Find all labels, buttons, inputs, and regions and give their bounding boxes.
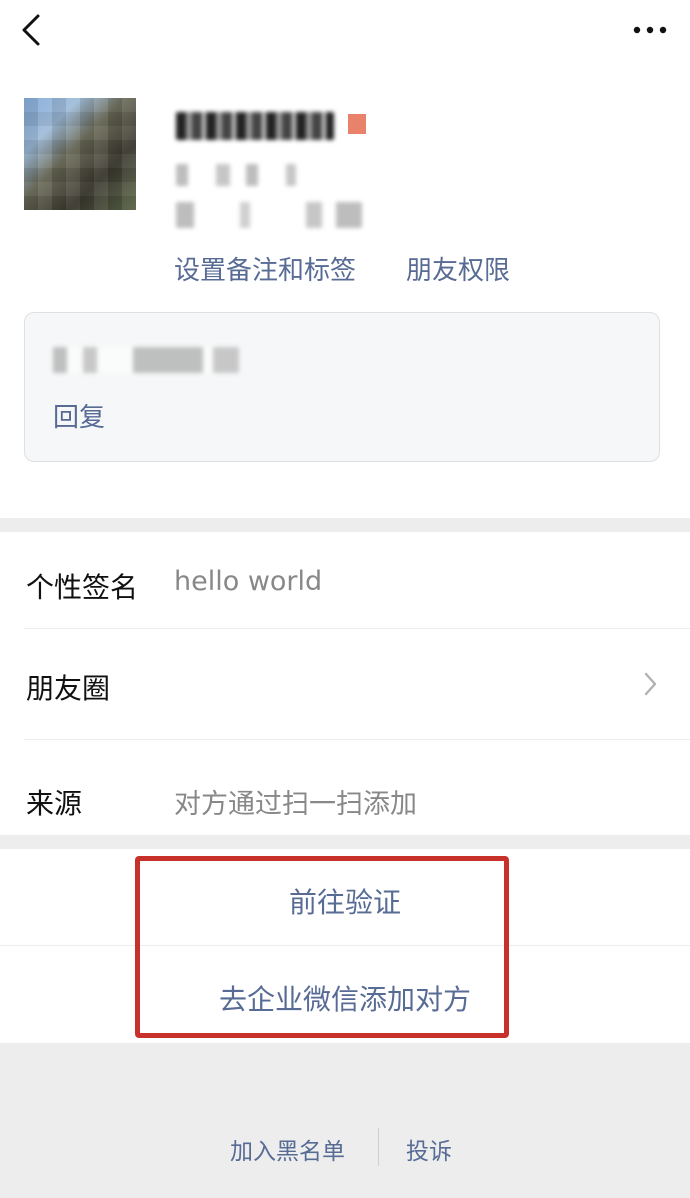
more-horizontal-icon <box>633 26 667 34</box>
greeting-message-card: 回复 <box>24 312 660 462</box>
friend-permission-link[interactable]: 朋友权限 <box>406 250 510 287</box>
gender-icon <box>348 114 366 134</box>
moments-row[interactable]: 朋友圈 <box>0 629 690 739</box>
signature-label: 个性签名 <box>26 571 139 604</box>
greeting-text-blurred <box>53 347 239 373</box>
add-to-blacklist-link[interactable]: 加入黑名单 <box>230 1132 345 1166</box>
footer-links: 加入黑名单 投诉 <box>0 1126 690 1170</box>
region-blurred <box>176 164 296 186</box>
nickname-blurred <box>176 112 334 140</box>
set-remark-link[interactable]: 设置备注和标签 <box>174 250 356 287</box>
verify-button[interactable]: 前往验证 <box>0 849 690 945</box>
avatar[interactable] <box>24 98 136 210</box>
chevron-right-icon <box>644 672 657 696</box>
info-section: 个性签名 hello world 朋友圈 来源 对方通过扫一扫添加 <box>0 532 690 835</box>
source-value: 对方通过扫一扫添加 <box>174 789 417 820</box>
source-row: 来源 对方通过扫一扫添加 <box>0 740 690 835</box>
footer-separator <box>378 1128 379 1166</box>
moments-label: 朋友圈 <box>26 672 111 705</box>
signature-row: 个性签名 hello world <box>0 532 690 628</box>
more-button[interactable] <box>630 14 670 46</box>
wechat-id-blurred <box>176 202 362 228</box>
signature-value: hello world <box>174 566 323 597</box>
report-link[interactable]: 投诉 <box>406 1132 452 1166</box>
add-via-wecom-button[interactable]: 去企业微信添加对方 <box>0 946 690 1042</box>
actions-section: 前往验证 去企业微信添加对方 <box>0 849 690 1043</box>
profile-section: 设置备注和标签 朋友权限 回复 <box>0 62 690 518</box>
reply-link[interactable]: 回复 <box>53 397 105 434</box>
top-bar <box>0 0 690 62</box>
source-label: 来源 <box>26 787 83 820</box>
chevron-left-icon <box>22 14 40 46</box>
back-button[interactable] <box>14 12 50 48</box>
